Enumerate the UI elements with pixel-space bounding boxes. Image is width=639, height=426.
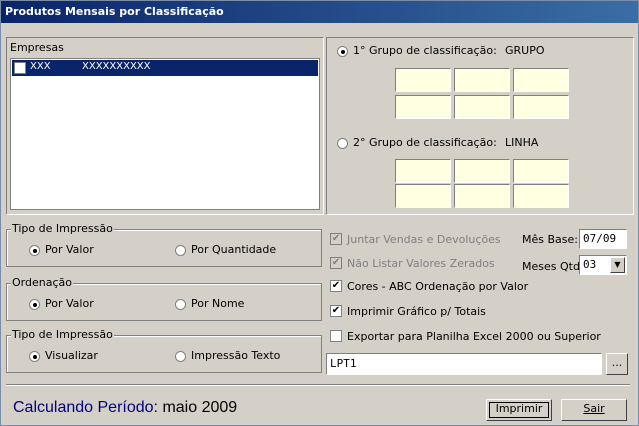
meses-qtd-value: 03 bbox=[583, 258, 597, 271]
sair-button[interactable]: Sair bbox=[561, 399, 627, 421]
browse-button[interactable]: ... bbox=[606, 353, 628, 375]
visualizar-label[interactable]: Visualizar bbox=[45, 349, 98, 362]
ord-por-valor-radio[interactable] bbox=[29, 299, 40, 310]
grupo1-radio[interactable] bbox=[337, 46, 348, 57]
grupo2-label: 2° Grupo de classificação: bbox=[353, 136, 497, 149]
por-valor-label[interactable]: Por Valor bbox=[45, 243, 94, 256]
tipo-impressao-group: Tipo de Impressão Por Valor Por Quantida… bbox=[6, 222, 322, 267]
grupo1-value: GRUPO bbox=[505, 44, 545, 57]
grupo1-cell[interactable] bbox=[395, 95, 451, 119]
grupo2-radio[interactable] bbox=[337, 138, 348, 149]
sair-label: Sair bbox=[583, 402, 605, 415]
grupo2-value: LINHA bbox=[505, 136, 539, 149]
grupo1-cell[interactable] bbox=[513, 68, 569, 92]
empresas-list[interactable]: XXX XXXXXXXXXX bbox=[10, 58, 320, 210]
grupo1-cell[interactable] bbox=[513, 95, 569, 119]
saida-group: Tipo de Impressão Visualizar Impressão T… bbox=[6, 328, 322, 373]
saida-legend: Tipo de Impressão bbox=[11, 328, 114, 341]
grupo1-cell[interactable] bbox=[454, 68, 510, 92]
empresas-panel: Empresas XXX XXXXXXXXXX bbox=[6, 37, 324, 215]
ordenacao-group: Ordenação Por Valor Por Nome bbox=[6, 276, 322, 321]
empresas-label: Empresas bbox=[10, 41, 64, 54]
grupos-panel: 1° Grupo de classificação: GRUPO 2° Grup… bbox=[326, 37, 634, 215]
mes-base-label: Mês Base: bbox=[522, 233, 578, 246]
empresa-name: XXXXXXXXXX bbox=[82, 61, 151, 72]
tipo-impressao-legend: Tipo de Impressão bbox=[11, 222, 114, 235]
ord-por-valor-label[interactable]: Por Valor bbox=[45, 297, 94, 310]
cores-abc-label[interactable]: Cores - ABC Ordenação por Valor bbox=[347, 280, 528, 293]
grafico-checkbox[interactable]: ✔ bbox=[330, 305, 342, 317]
excel-label[interactable]: Exportar para Planilha Excel 2000 ou Sup… bbox=[347, 330, 601, 343]
list-item-checkbox[interactable] bbox=[14, 62, 26, 74]
excel-checkbox[interactable] bbox=[330, 330, 342, 342]
grupo2-cell[interactable] bbox=[454, 184, 510, 208]
nao-listar-label: Não Listar Valores Zerados bbox=[347, 257, 495, 270]
por-nome-radio[interactable] bbox=[175, 299, 186, 310]
grupo1-cell[interactable] bbox=[454, 95, 510, 119]
por-nome-label[interactable]: Por Nome bbox=[191, 297, 244, 310]
printer-input[interactable]: LPT1 bbox=[326, 353, 602, 375]
imprimir-button[interactable]: Imprimir bbox=[486, 399, 552, 421]
por-quantidade-label[interactable]: Por Quantidade bbox=[191, 243, 276, 256]
meses-qtd-label: Meses Qtd: bbox=[522, 260, 584, 273]
window-title: Produtos Mensais por Classificação bbox=[5, 5, 224, 18]
status-prefix: Calculando Período bbox=[13, 399, 154, 416]
grupo1-label: 1° Grupo de classificação: bbox=[353, 44, 497, 57]
empresa-code: XXX bbox=[30, 61, 51, 72]
juntar-label: Juntar Vendas e Devoluções bbox=[347, 233, 501, 246]
meses-qtd-select[interactable]: 03 ▼ bbox=[579, 255, 627, 275]
por-valor-radio[interactable] bbox=[29, 245, 40, 256]
status-value: maio 2009 bbox=[162, 399, 238, 416]
list-item[interactable]: XXX XXXXXXXXXX bbox=[12, 60, 318, 76]
impressao-texto-radio[interactable] bbox=[175, 351, 186, 362]
nao-listar-checkbox: ✔ bbox=[330, 257, 342, 269]
status-sep: : bbox=[153, 399, 158, 416]
grupo2-cell[interactable] bbox=[513, 184, 569, 208]
ordenacao-legend: Ordenação bbox=[11, 276, 73, 289]
visualizar-radio[interactable] bbox=[29, 351, 40, 362]
title-bar[interactable]: Produtos Mensais por Classificação bbox=[1, 1, 638, 23]
divider bbox=[6, 384, 630, 386]
grupo2-cell[interactable] bbox=[454, 159, 510, 183]
grupo2-cell[interactable] bbox=[395, 159, 451, 183]
mes-base-input[interactable]: 07/09 bbox=[579, 229, 627, 249]
status-text: Calculando Período: maio 2009 bbox=[13, 399, 237, 417]
grupo2-cell[interactable] bbox=[513, 159, 569, 183]
grupo1-cell[interactable] bbox=[395, 68, 451, 92]
cores-abc-checkbox[interactable]: ✔ bbox=[330, 280, 342, 292]
impressao-texto-label[interactable]: Impressão Texto bbox=[191, 349, 280, 362]
grafico-label[interactable]: Imprimir Gráfico p/ Totais bbox=[347, 305, 486, 318]
grupo2-cell[interactable] bbox=[395, 184, 451, 208]
dialog-window: Produtos Mensais por Classificação Empre… bbox=[0, 0, 639, 426]
chevron-down-icon[interactable]: ▼ bbox=[610, 257, 625, 273]
juntar-checkbox: ✔ bbox=[330, 233, 342, 245]
por-quantidade-radio[interactable] bbox=[175, 245, 186, 256]
